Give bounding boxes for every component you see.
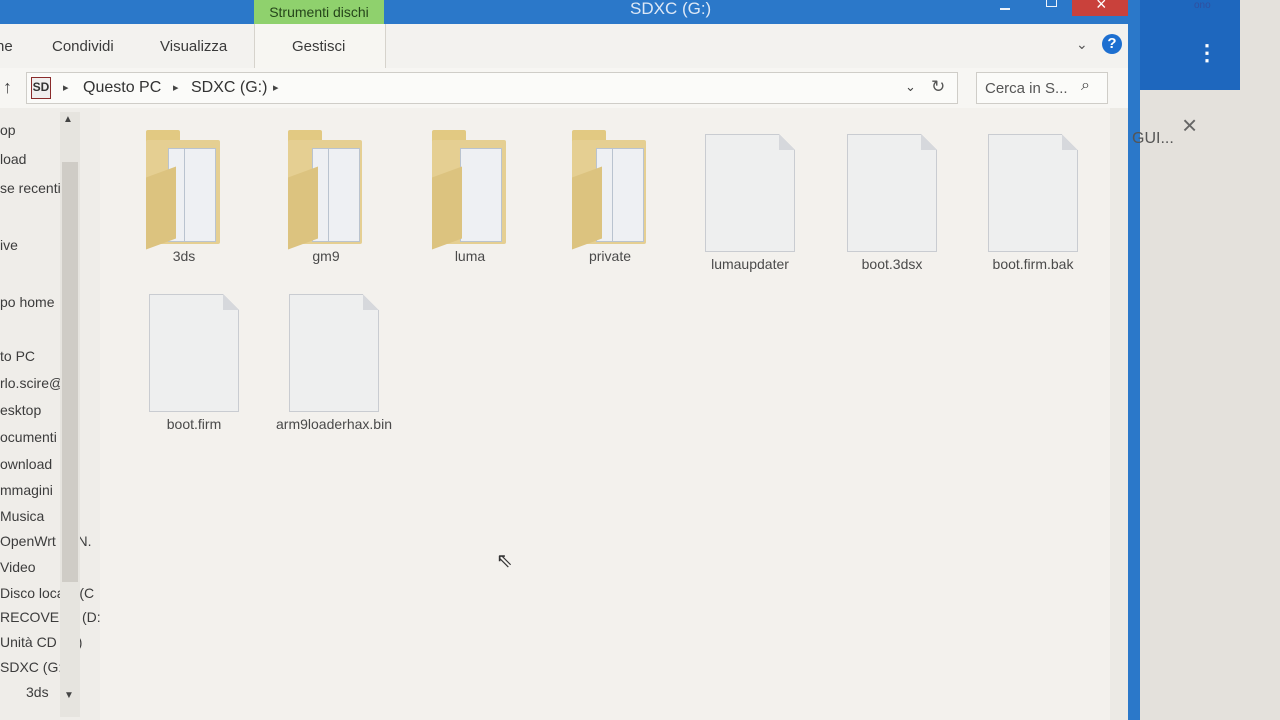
background-window[interactable]	[1140, 0, 1280, 720]
chevron-down-icon[interactable]: ▼	[64, 690, 74, 701]
item-label: boot.firm.bak	[992, 256, 1074, 272]
file-item[interactable]: boot.3dsx	[832, 134, 952, 273]
file-item[interactable]: boot.firm.bak	[973, 134, 1093, 273]
file-icon	[847, 134, 937, 252]
file-icon	[149, 294, 239, 412]
folder-icon	[426, 126, 514, 250]
background-window-text: GUI...	[1132, 130, 1174, 147]
nav-item[interactable]: Video	[0, 559, 36, 575]
chevron-right-icon[interactable]: ▸	[173, 81, 179, 94]
tab-share[interactable]: Condividi	[52, 38, 114, 55]
folder-icon	[140, 126, 228, 250]
mouse-pointer-icon: ⇖	[496, 550, 513, 572]
nav-item[interactable]: ocumenti	[0, 429, 57, 445]
nav-item[interactable]: mmagini	[0, 482, 53, 498]
folder-item[interactable]: 3ds	[124, 126, 244, 265]
minimize-button[interactable]	[990, 0, 1020, 16]
folder-icon	[566, 126, 654, 250]
file-item[interactable]: arm9loaderhax.bin	[274, 294, 394, 433]
item-label: arm9loaderhax.bin	[276, 416, 392, 432]
context-tab-disk-tools[interactable]: Strumenti dischi	[254, 0, 384, 24]
navigation-pane: op load se recenti ive po home to PC rlo…	[0, 108, 100, 720]
nav-item[interactable]: to PC	[0, 348, 35, 364]
file-item[interactable]: boot.firm	[134, 294, 254, 433]
folder-item[interactable]: luma	[410, 126, 530, 265]
window-border	[1128, 0, 1140, 720]
title-bar	[0, 0, 1140, 24]
nav-item[interactable]: po home	[0, 294, 54, 310]
content-scrollbar[interactable]	[1110, 108, 1128, 720]
nav-item[interactable]: SDXC (G:)	[0, 659, 67, 675]
folder-item[interactable]: private	[550, 126, 670, 265]
sd-card-icon: SD	[31, 77, 51, 99]
address-row: ↑ SD ▸ Questo PC ▸ SDXC (G:) ▸ ⌄ ↻ ⌕	[0, 68, 1128, 108]
refresh-icon[interactable]: ↻	[931, 77, 945, 97]
chevron-right-icon[interactable]: ▸	[273, 81, 279, 94]
breadcrumb-this-pc[interactable]: Questo PC	[83, 79, 161, 97]
nav-scrollbar[interactable]: ▲ ▼	[60, 112, 80, 717]
breadcrumb-sdxc[interactable]: SDXC (G:)	[191, 79, 267, 97]
tab-view[interactable]: Visualizza	[160, 38, 227, 55]
close-button[interactable]	[1072, 0, 1132, 16]
tab-manage[interactable]: Gestisci	[292, 38, 345, 55]
more-vertical-icon[interactable]: ⋮	[1196, 40, 1218, 66]
chevron-down-icon[interactable]: ⌄	[905, 79, 916, 95]
nav-item[interactable]: 3ds	[26, 684, 49, 700]
nav-item[interactable]: Musica	[0, 508, 44, 524]
chevron-right-icon[interactable]: ▸	[63, 81, 69, 94]
folder-icon	[282, 126, 370, 250]
nav-scrollbar-thumb[interactable]	[62, 162, 78, 582]
item-label: gm9	[312, 248, 340, 264]
context-tab-label: Strumenti dischi	[269, 4, 369, 20]
file-icon	[988, 134, 1078, 252]
help-icon[interactable]: ?	[1102, 34, 1122, 54]
window-title: SDXC (G:)	[630, 0, 712, 18]
background-window-header	[1140, 0, 1240, 90]
folder-item[interactable]: gm9	[266, 126, 386, 265]
background-corner-text: ono	[1194, 0, 1211, 11]
nav-item[interactable]: ive	[0, 237, 18, 253]
item-label: luma	[454, 248, 486, 264]
nav-item[interactable]: Disco locale (C	[0, 585, 94, 601]
chevron-down-icon[interactable]: ⌄	[1076, 36, 1088, 53]
item-label: lumaupdater	[711, 256, 789, 272]
file-icon	[289, 294, 379, 412]
ribbon: he Condividi Visualizza Gestisci ⌄ ?	[0, 24, 1128, 69]
file-list: 3ds gm9 luma private lumaupdater boot.3d…	[100, 108, 1110, 720]
nav-item[interactable]: esktop	[0, 402, 41, 418]
nav-item[interactable]: load	[0, 151, 26, 167]
chevron-up-icon[interactable]: ▲	[63, 114, 73, 125]
nav-item[interactable]: op	[0, 122, 16, 138]
tab-home[interactable]: he	[0, 38, 13, 55]
item-label: 3ds	[172, 248, 196, 264]
nav-item[interactable]: RECOVERY (D:	[0, 609, 100, 625]
nav-item[interactable]: se recenti	[0, 180, 61, 196]
file-item[interactable]: lumaupdater	[690, 134, 810, 273]
close-icon[interactable]: ×	[1182, 110, 1197, 141]
maximize-button[interactable]	[1036, 0, 1066, 16]
item-label: boot.firm	[166, 416, 222, 432]
file-icon	[705, 134, 795, 252]
item-label: private	[588, 248, 632, 264]
search-icon[interactable]: ⌕	[1081, 77, 1090, 95]
item-label: boot.3dsx	[861, 256, 923, 272]
nav-item[interactable]: ownload	[0, 456, 52, 472]
address-bar[interactable]: SD ▸ Questo PC ▸ SDXC (G:) ▸ ⌄ ↻	[26, 72, 958, 104]
search-input[interactable]	[983, 77, 1083, 99]
search-box[interactable]: ⌕	[976, 72, 1108, 104]
up-arrow-icon[interactable]: ↑	[3, 77, 12, 98]
